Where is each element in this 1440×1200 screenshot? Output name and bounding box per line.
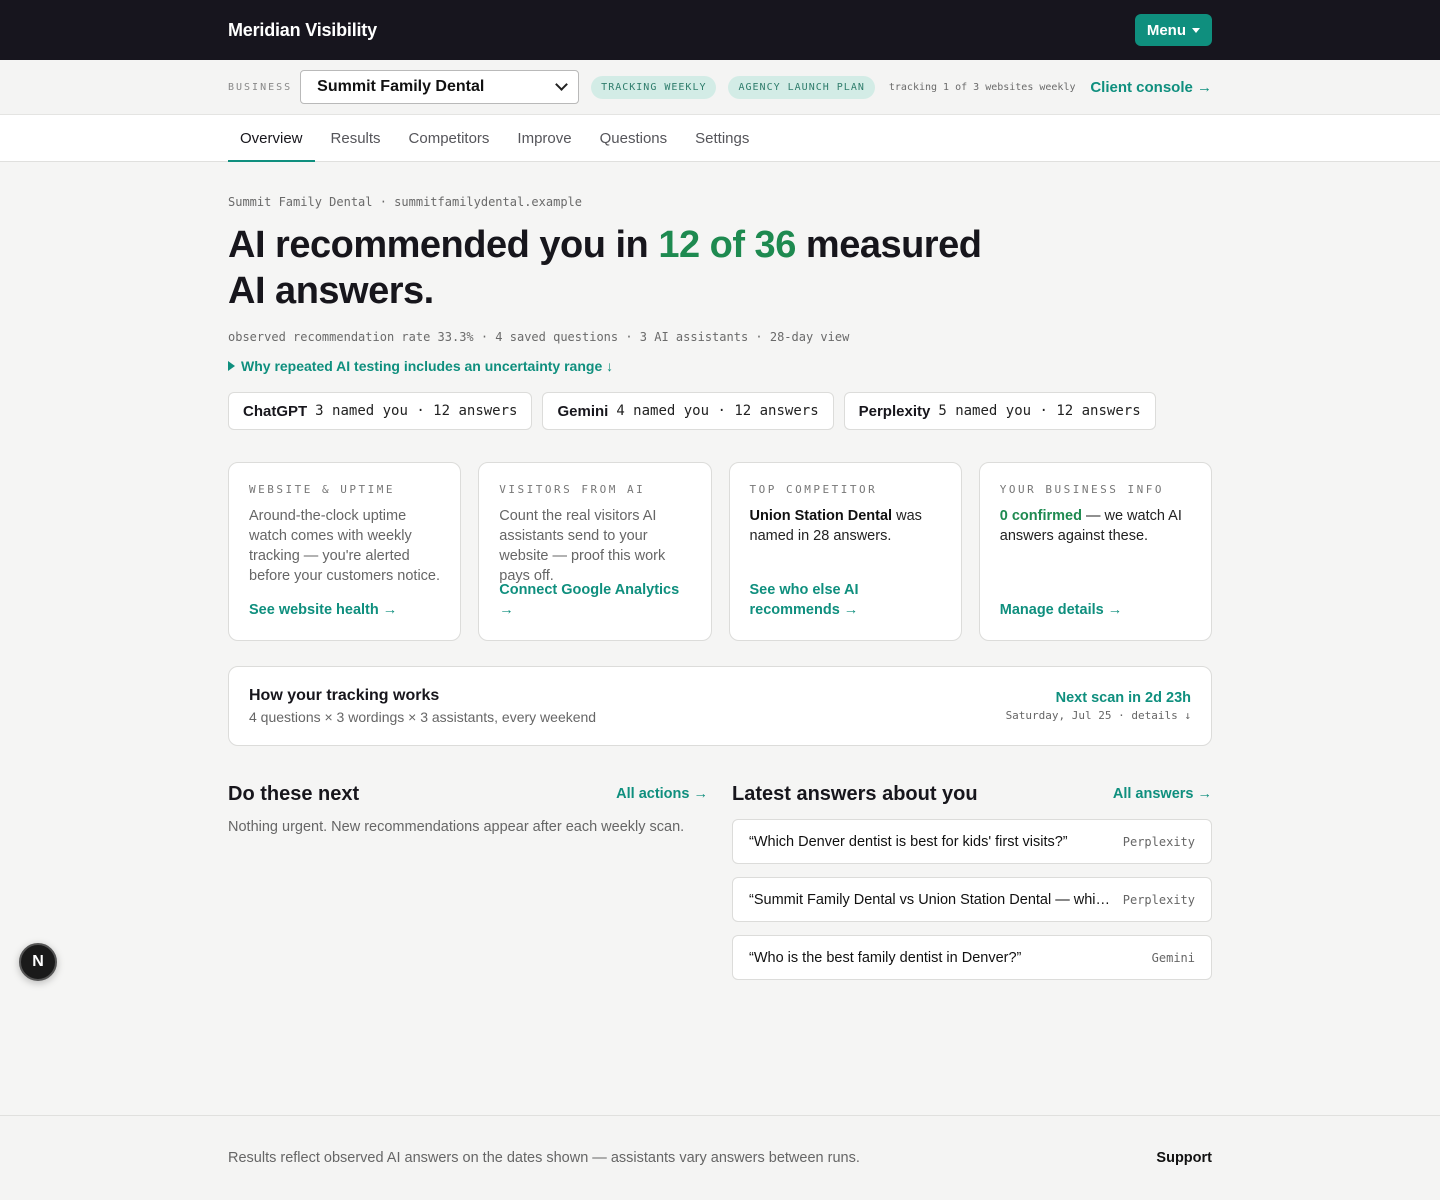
confirmed-count: 0 confirmed	[999, 508, 1082, 524]
footer-disclaimer: Results reflect observed AI answers on t…	[228, 1150, 860, 1166]
lower-columns: Do these next All actions → Nothing urge…	[228, 782, 1212, 980]
tab-overview[interactable]: Overview	[228, 115, 315, 162]
assistant-chips: ChatGPT 3 named you · 12 answers Gemini …	[228, 392, 1212, 430]
caret-down-icon	[1192, 27, 1200, 33]
tracking-note: tracking 1 of 3 websites weekly	[888, 81, 1076, 93]
answer-source: Perplexity	[1122, 892, 1195, 907]
assistant-stat: 3 named you · 12 answers	[315, 403, 518, 419]
competitors-link[interactable]: See who else AI recommends →	[750, 580, 941, 620]
business-select-value: Summit Family Dental	[317, 78, 485, 95]
manage-details-link[interactable]: Manage details →	[1000, 600, 1191, 620]
business-label: BUSINESS	[228, 81, 293, 93]
card-text: Count the real visitors AI assistants se…	[499, 508, 666, 584]
top-bar: Meridian Visibility Menu	[0, 0, 1440, 60]
dev-tools-badge[interactable]: N	[19, 943, 57, 981]
answer-question: “Summit Family Dental vs Union Station D…	[749, 891, 1113, 908]
brand-logo[interactable]: Meridian Visibility	[228, 20, 377, 41]
empty-state: Nothing urgent. New recommendations appe…	[228, 819, 685, 835]
competitor-name: Union Station Dental	[749, 508, 893, 524]
chevron-down-icon	[555, 78, 569, 91]
card-kicker: YOUR BUSINESS INFO	[999, 483, 1164, 496]
assistant-stat: 5 named you · 12 answers	[938, 403, 1141, 419]
business-breadcrumb: Summit Family Dental · summitfamilydenta…	[228, 195, 583, 209]
menu-button[interactable]: Menu	[1134, 14, 1212, 46]
connect-analytics-link[interactable]: Connect Google Analytics →	[499, 580, 690, 620]
answer-question: “Which Denver dentist is best for kids' …	[749, 833, 1068, 850]
card-text: Around-the-clock uptime watch comes with…	[249, 508, 441, 584]
visitors-from-ai-card: VISITORS FROM AI Count the real visitors…	[478, 462, 712, 641]
tab-settings[interactable]: Settings	[683, 115, 761, 161]
client-console-link[interactable]: Client console →	[1090, 79, 1212, 96]
section-header: Do these next All actions →	[228, 782, 708, 806]
tab-competitors[interactable]: Competitors	[397, 115, 502, 161]
card-kicker: VISITORS FROM AI	[499, 483, 646, 496]
assistant-name: Gemini	[557, 402, 609, 420]
assistant-stat: 4 named you · 12 answers	[616, 403, 819, 419]
uncertainty-disclosure[interactable]: Why repeated AI testing includes an unce…	[228, 358, 1212, 374]
tab-bar: Overview Results Competitors Improve Que…	[0, 115, 1440, 162]
tab-improve[interactable]: Improve	[505, 115, 583, 161]
assistant-chip-gemini[interactable]: Gemini 4 named you · 12 answers	[542, 392, 834, 430]
uncertainty-link-label: Why repeated AI testing includes an unce…	[241, 358, 614, 374]
disclosure-triangle-icon	[228, 361, 235, 371]
tab-questions[interactable]: Questions	[588, 115, 680, 161]
answer-source: Perplexity	[1122, 834, 1195, 849]
summary-cards: WEBSITE & UPTIME Around-the-clock uptime…	[228, 462, 1212, 641]
business-bar: BUSINESS Summit Family Dental TRACKING W…	[0, 60, 1440, 115]
answer-row[interactable]: “Which Denver dentist is best for kids' …	[732, 819, 1212, 864]
page-headline: AI recommended you in 12 of 36 measured …	[228, 222, 988, 314]
next-scan-countdown: Next scan in 2d 23h	[1055, 690, 1191, 706]
tracking-subtitle: 4 questions × 3 wordings × 3 assistants,…	[249, 709, 597, 725]
headline-stats: observed recommendation rate 33.3% · 4 s…	[228, 330, 850, 344]
tracking-explainer: How your tracking works 4 questions × 3 …	[228, 666, 1212, 746]
answer-row[interactable]: “Who is the best family dentist in Denve…	[732, 935, 1212, 980]
card-kicker: WEBSITE & UPTIME	[249, 483, 395, 496]
section-title: Do these next	[228, 782, 360, 805]
answer-question: “Who is the best family dentist in Denve…	[749, 949, 1022, 966]
tab-results[interactable]: Results	[319, 115, 393, 161]
answer-source: Gemini	[1151, 950, 1195, 965]
assistant-name: ChatGPT	[243, 402, 308, 420]
top-competitor-card: TOP COMPETITOR Union Station Dental was …	[728, 462, 962, 641]
next-scan-date: Saturday, Jul 25 · details ↓	[1005, 709, 1191, 722]
all-actions-link[interactable]: All actions →	[616, 786, 708, 802]
next-actions-section: Do these next All actions → Nothing urge…	[228, 782, 708, 980]
card-text: 0 confirmed — we watch AI answers agains…	[1000, 506, 1191, 546]
support-link[interactable]: Support	[1156, 1150, 1212, 1166]
card-kicker: TOP COMPETITOR	[749, 483, 878, 496]
website-uptime-card: WEBSITE & UPTIME Around-the-clock uptime…	[228, 462, 462, 641]
next-scan-info[interactable]: Next scan in 2d 23h Saturday, Jul 25 · d…	[1006, 690, 1191, 722]
business-info-card: YOUR BUSINESS INFO 0 confirmed — we watc…	[978, 462, 1212, 641]
tracking-explainer-left: How your tracking works 4 questions × 3 …	[249, 687, 596, 725]
assistant-chip-chatgpt[interactable]: ChatGPT 3 named you · 12 answers	[228, 392, 533, 430]
business-select[interactable]: Summit Family Dental	[300, 70, 580, 104]
tracking-title: How your tracking works	[249, 687, 440, 704]
answer-row[interactable]: “Summit Family Dental vs Union Station D…	[732, 877, 1212, 922]
section-header: Latest answers about you All answers →	[732, 782, 1212, 806]
overview-main: Summit Family Dental · summitfamilydenta…	[0, 195, 1440, 980]
page-footer: Results reflect observed AI answers on t…	[0, 1115, 1440, 1200]
headline-prefix: AI recommended you in	[228, 224, 659, 266]
website-health-link[interactable]: See website health →	[249, 600, 440, 620]
menu-button-label: Menu	[1146, 21, 1186, 39]
section-title: Latest answers about you	[732, 782, 978, 805]
latest-answers-section: Latest answers about you All answers → “…	[732, 782, 1212, 980]
tracking-weekly-badge: TRACKING WEEKLY	[591, 75, 717, 99]
assistant-name: Perplexity	[858, 402, 931, 420]
assistant-chip-perplexity[interactable]: Perplexity 5 named you · 12 answers	[843, 392, 1156, 430]
plan-badge: AGENCY LAUNCH PLAN	[728, 75, 875, 99]
headline-highlight: 12 of 36	[658, 224, 796, 266]
all-answers-link[interactable]: All answers →	[1113, 786, 1212, 802]
card-text: Union Station Dental was named in 28 ans…	[750, 506, 941, 546]
